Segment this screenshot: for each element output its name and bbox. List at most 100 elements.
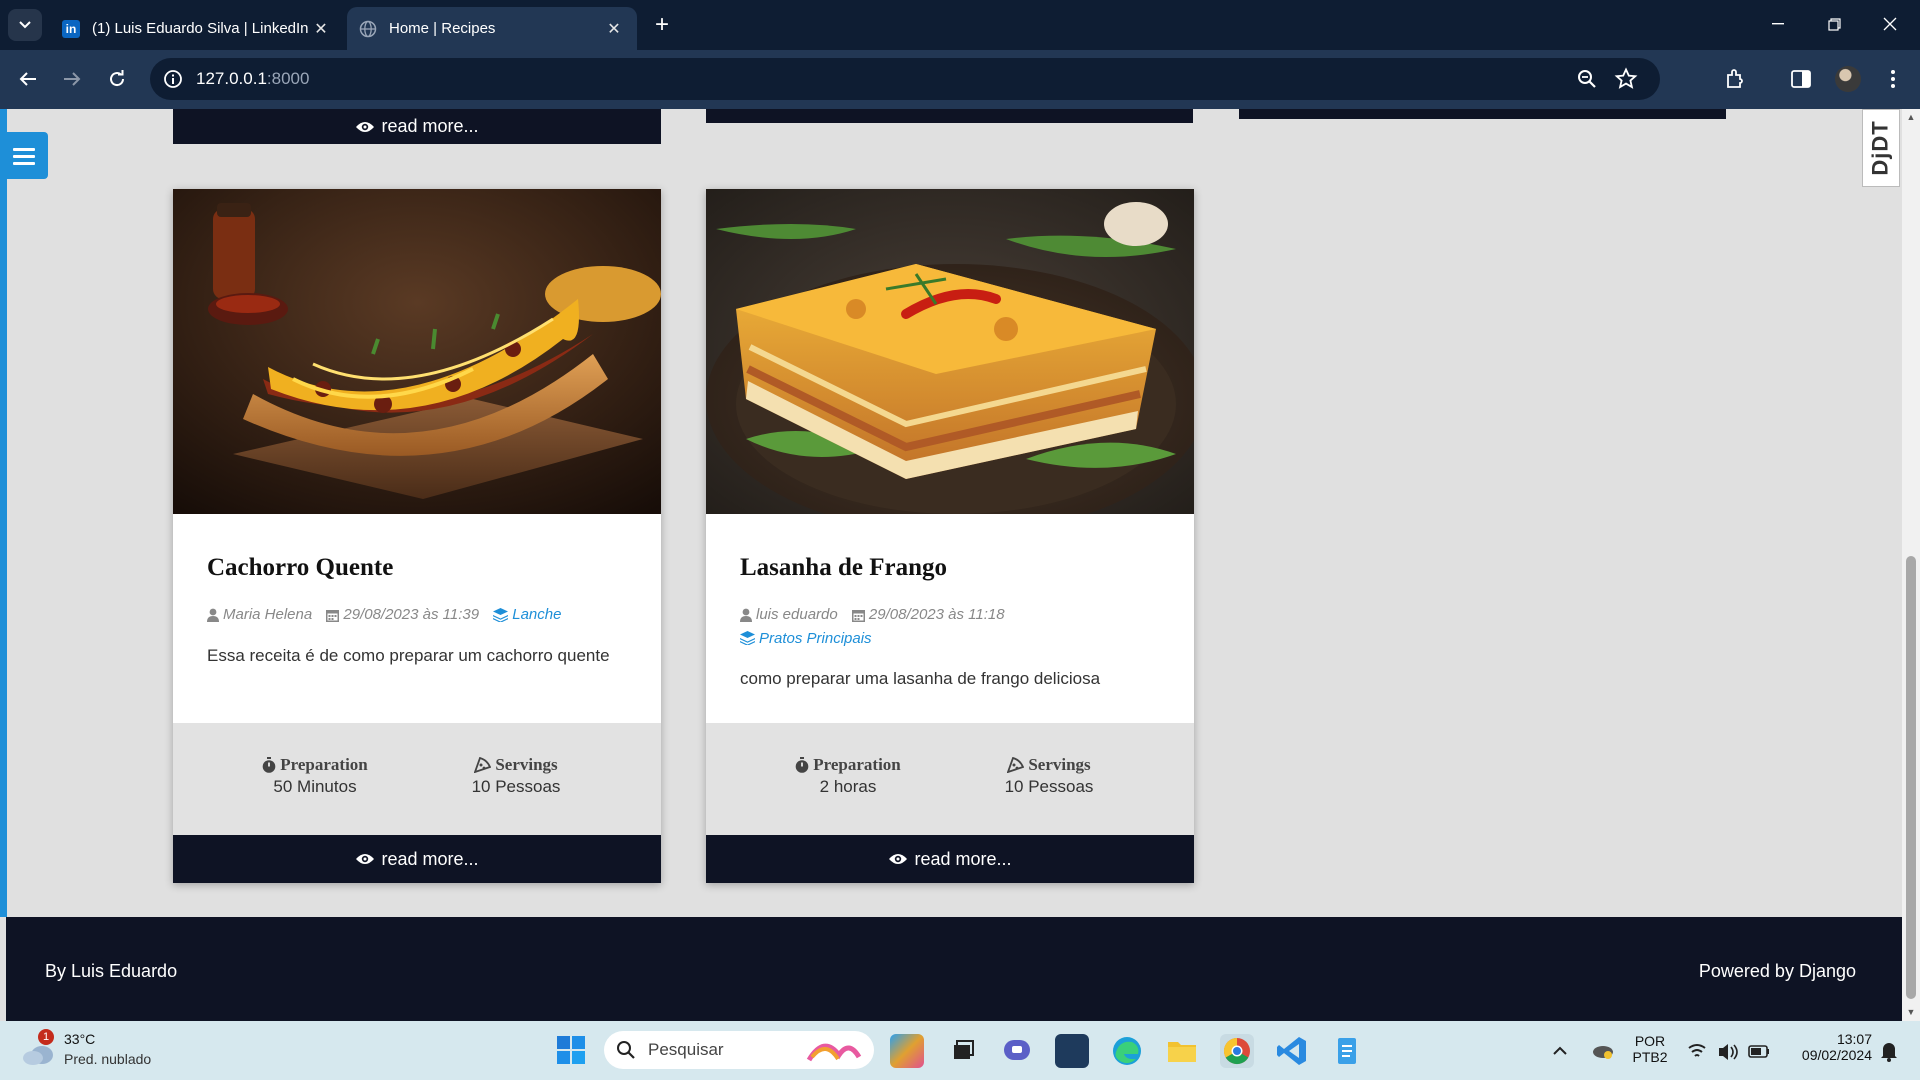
scroll-thumb[interactable]: [1906, 556, 1916, 999]
read-more-label: read more...: [914, 848, 1012, 869]
cloud-icon: [23, 1046, 53, 1065]
recipe-card-footer: Preparation 50 Minutos Servings 10 Pesso…: [173, 723, 661, 835]
more-menu-icon[interactable]: [1878, 64, 1908, 94]
browser-tabstrip: in (1) Luis Eduardo Silva | LinkedIn ✕ H…: [0, 0, 1920, 50]
preparation-label: Preparation: [813, 755, 901, 774]
globe-icon: [359, 20, 377, 38]
scroll-up-arrow-icon[interactable]: ▲: [1906, 112, 1916, 122]
pizza-slice-icon: [1007, 757, 1025, 773]
eye-icon: [356, 854, 375, 864]
layers-icon: [493, 607, 509, 622]
language-code: POR: [1634, 1033, 1666, 1049]
close-tab-icon[interactable]: ✕: [603, 18, 625, 40]
weather-widget[interactable]: 1 33°C Pred. nublado: [22, 1029, 172, 1073]
recipe-title[interactable]: Lasanha de Frango: [740, 554, 1160, 582]
read-more-label: read more...: [381, 848, 479, 869]
layers-icon: [740, 631, 755, 645]
sidebar-edge: [0, 109, 7, 917]
djdt-label: DjDT: [1868, 120, 1894, 176]
extensions-icon[interactable]: [1720, 64, 1750, 94]
reload-icon: [110, 70, 125, 87]
back-button[interactable]: [12, 63, 44, 95]
recipe-description: Essa receita é de como preparar um cacho…: [207, 645, 610, 665]
recipe-card-body: Lasanha de Frango luis eduardo 29/08/202…: [740, 514, 1160, 689]
recipe-image-hotdog[interactable]: [173, 189, 661, 514]
taskbar-search[interactable]: Pesquisar: [604, 1031, 874, 1069]
task-view-icon[interactable]: [945, 1034, 979, 1068]
django-debug-toolbar-handle[interactable]: DjDT: [1862, 109, 1900, 187]
clock[interactable]: 13:07 09/02/2024: [1782, 1031, 1872, 1063]
onedrive-icon[interactable]: [1590, 1034, 1616, 1068]
minimize-button[interactable]: [1750, 6, 1806, 42]
category-text: Pratos Principais: [759, 629, 872, 647]
footer-powered-by[interactable]: Powered by Django: [1699, 961, 1856, 982]
read-more-button[interactable]: read more...: [173, 109, 661, 144]
remote-desktop-icon[interactable]: [1055, 1034, 1089, 1068]
sidebar-menu-button[interactable]: [0, 132, 48, 179]
restore-button[interactable]: [1806, 6, 1862, 42]
weather-desc: Pred. nublado: [64, 1051, 152, 1067]
read-more-button[interactable]: read more...: [173, 835, 661, 883]
zoom-icon[interactable]: [1576, 68, 1598, 90]
url-text[interactable]: 127.0.0.1:8000: [196, 69, 309, 89]
profile-avatar[interactable]: [1835, 66, 1861, 92]
close-icon: [1883, 17, 1897, 31]
recipe-author: luis eduardo: [740, 604, 838, 625]
tab-linkedin[interactable]: in (1) Luis Eduardo Silva | LinkedIn ✕: [50, 7, 344, 50]
restore-icon: [1827, 17, 1841, 31]
side-panel-icon[interactable]: [1786, 64, 1816, 94]
tab-recipes[interactable]: Home | Recipes ✕: [347, 7, 637, 50]
clock-time: 13:07: [1836, 1031, 1872, 1047]
recipe-image-lasagna[interactable]: [706, 189, 1194, 514]
preparation-value: 50 Minutos: [273, 777, 357, 796]
recipe-card-body: Cachorro Quente Maria Helena 29/08/2023 …: [207, 514, 627, 666]
read-more-button[interactable]: read more...: [706, 835, 1194, 883]
close-window-button[interactable]: [1862, 6, 1918, 42]
chevron-up-icon[interactable]: [1548, 1034, 1572, 1068]
author-name: luis eduardo: [756, 606, 838, 623]
teams-chat-icon[interactable]: [1000, 1034, 1034, 1068]
recipe-category-link[interactable]: Lanche: [493, 604, 561, 625]
pizza-slice-icon: [474, 757, 492, 773]
search-highlight-icon: [806, 1043, 862, 1062]
site-info-icon[interactable]: [162, 68, 184, 90]
new-tab-button[interactable]: +: [648, 11, 676, 39]
stopwatch-icon: [262, 757, 276, 773]
user-icon: [207, 608, 219, 622]
eye-icon: [889, 854, 908, 864]
recipe-author: Maria Helena: [207, 604, 312, 625]
forward-button[interactable]: [56, 63, 88, 95]
servings-label: Servings: [1028, 755, 1091, 774]
copilot-icon[interactable]: [890, 1034, 924, 1068]
close-tab-icon[interactable]: ✕: [310, 18, 332, 40]
scroll-down-arrow-icon[interactable]: ▼: [1906, 1007, 1916, 1017]
recipe-category-link[interactable]: Pratos Principais: [740, 628, 872, 649]
servings-value: 10 Pessoas: [1004, 777, 1094, 796]
tab-search-button[interactable]: [8, 9, 42, 41]
recipe-title[interactable]: Cachorro Quente: [207, 554, 627, 582]
url-port: :8000: [266, 69, 310, 88]
system-tray-status[interactable]: [1683, 1034, 1783, 1068]
linkedin-icon: in: [62, 19, 80, 38]
reload-button[interactable]: [101, 63, 133, 95]
page-scrollbar[interactable]: ▲ ▼: [1902, 109, 1920, 1021]
chrome-icon[interactable]: [1220, 1034, 1254, 1068]
notepad-icon[interactable]: [1330, 1034, 1364, 1068]
bookmark-star-icon[interactable]: [1614, 67, 1638, 91]
notification-bell-icon[interactable]: [1876, 1034, 1902, 1068]
card-button-remnant[interactable]: [706, 109, 1193, 123]
preparation-info: Preparation 50 Minutos: [235, 755, 395, 797]
user-icon: [740, 608, 752, 622]
minimize-icon: [1772, 23, 1784, 25]
vscode-icon[interactable]: [1275, 1034, 1309, 1068]
card-button-remnant[interactable]: [1239, 109, 1726, 119]
search-placeholder: Pesquisar: [648, 1040, 724, 1059]
windows-start-icon[interactable]: [555, 1034, 589, 1068]
address-bar[interactable]: 127.0.0.1:8000: [150, 58, 1660, 100]
file-explorer-icon[interactable]: [1165, 1034, 1199, 1068]
recipe-meta: luis eduardo 29/08/2023 às 11:18 Pratos …: [740, 604, 1160, 651]
language-indicator[interactable]: POR PTB2: [1628, 1033, 1672, 1065]
footer-credit: By Luis Eduardo: [45, 961, 178, 981]
servings-label: Servings: [495, 755, 558, 774]
edge-icon[interactable]: [1110, 1034, 1144, 1068]
